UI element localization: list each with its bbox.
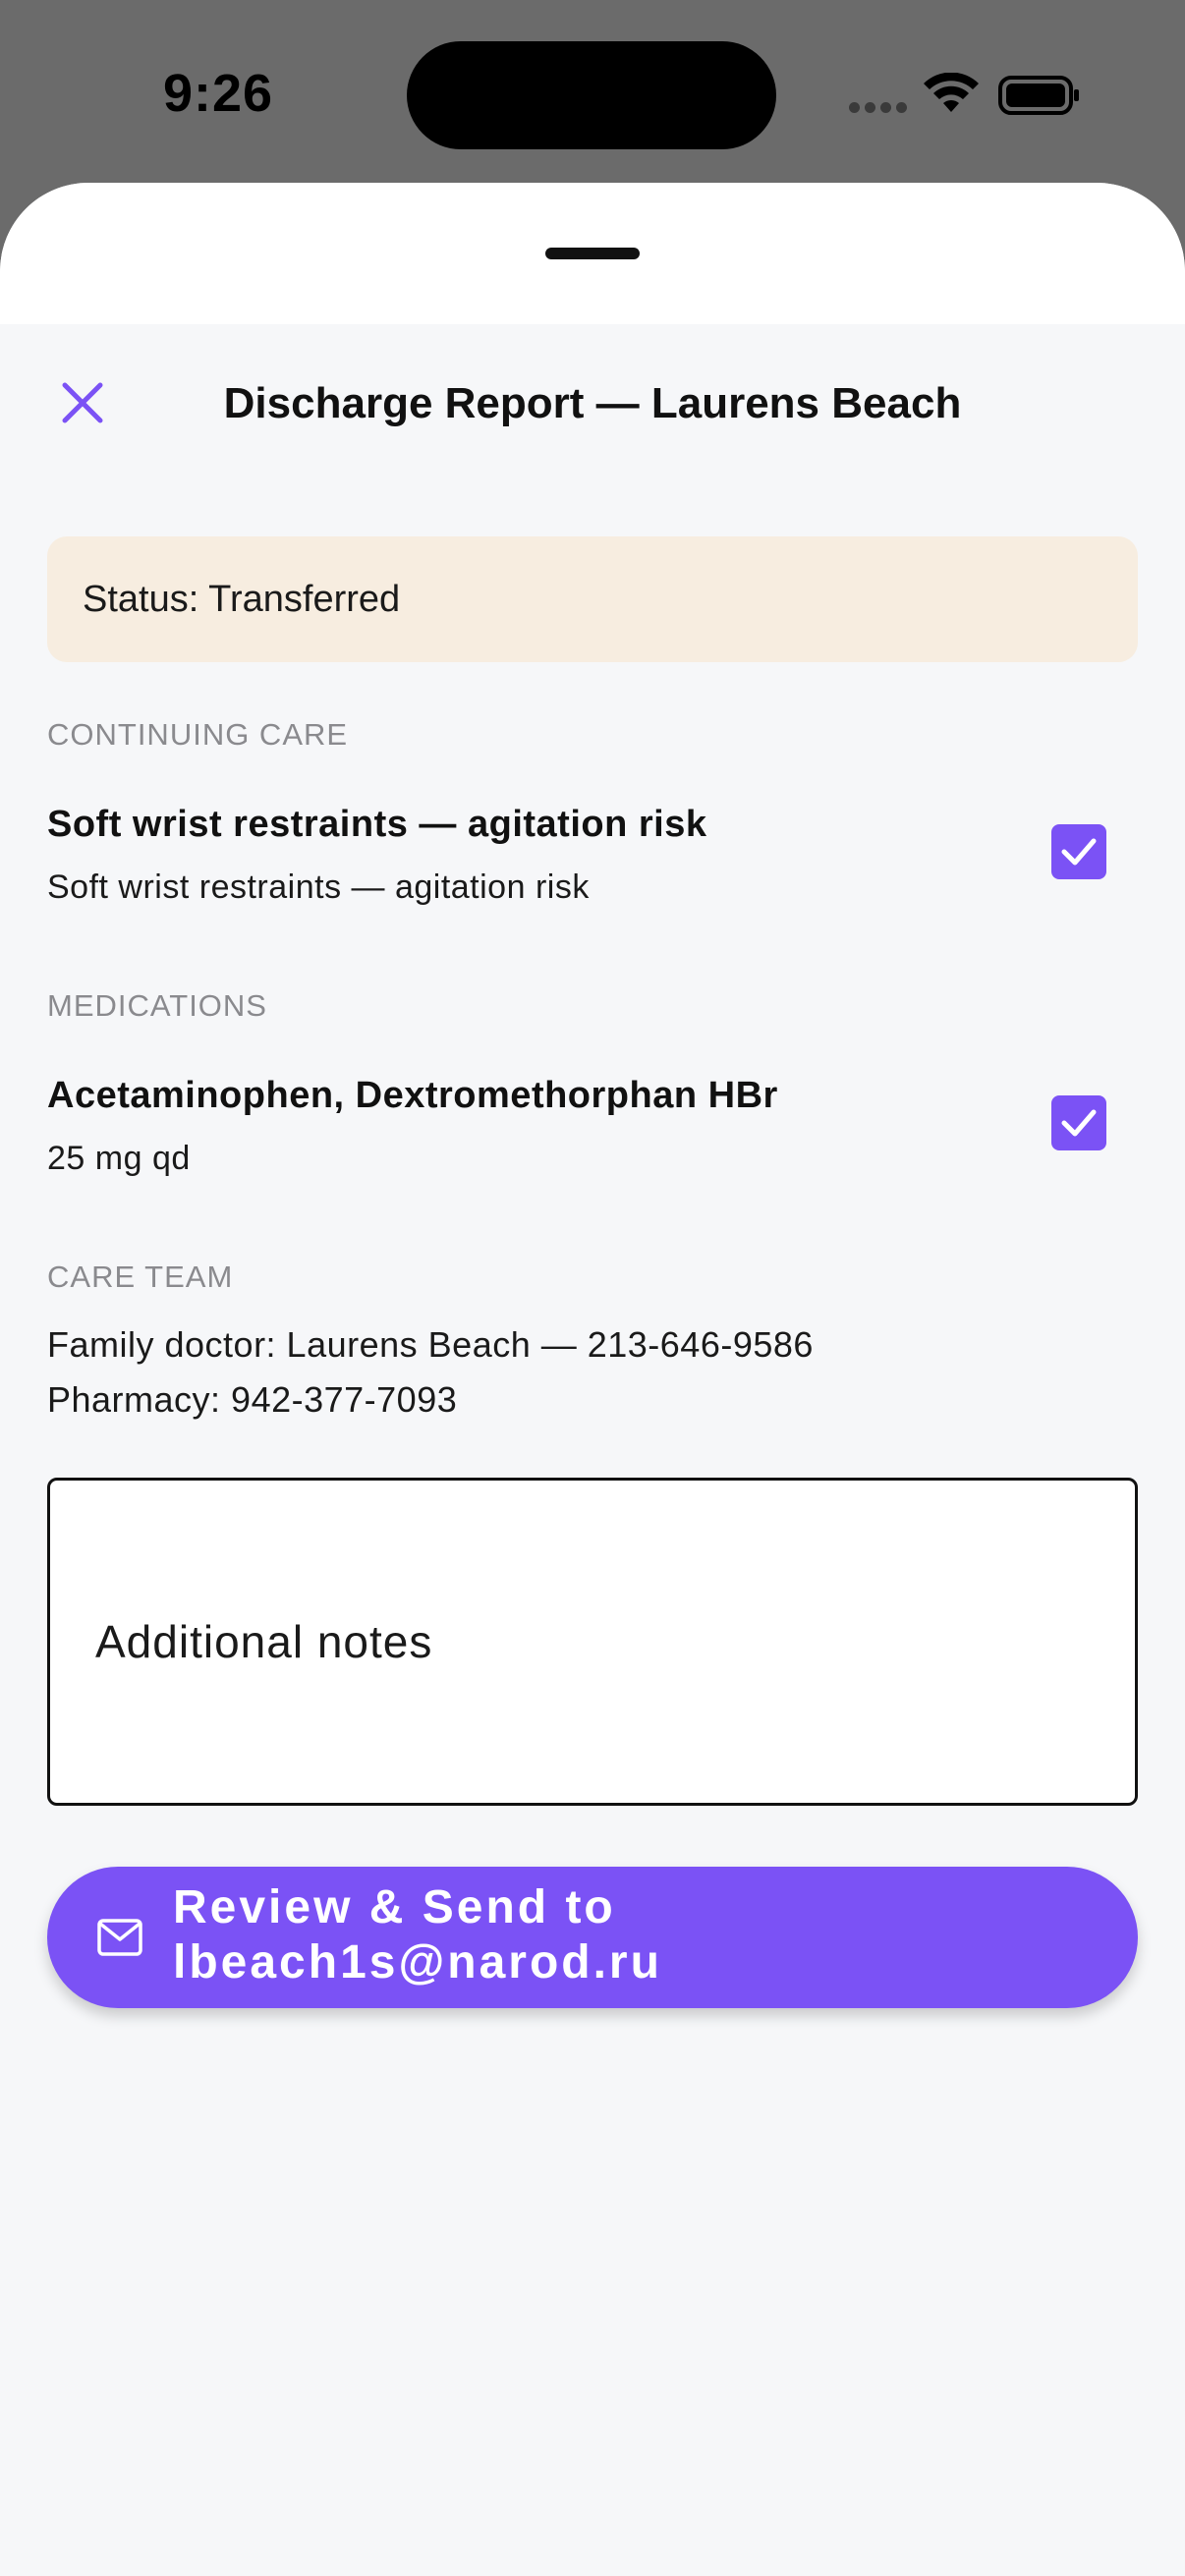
medication-dosage: 25 mg qd: [47, 1140, 191, 1177]
section-label-continuing-care: CONTINUING CARE: [47, 717, 349, 752]
status-banner: Status: Transferred: [47, 536, 1138, 662]
sheet-handle-area: [0, 183, 1185, 324]
dynamic-island: [407, 41, 776, 149]
care-item-checkbox[interactable]: [1051, 824, 1106, 879]
care-team-pharmacy: Pharmacy: 942-377-7093: [47, 1379, 458, 1420]
status-time: 9:26: [163, 64, 274, 123]
page-title: Discharge Report — Laurens Beach: [223, 379, 962, 427]
status-bar: 9:26: [0, 0, 1185, 187]
checkmark-icon: [1061, 838, 1097, 866]
cellular-signal-icon: [849, 102, 908, 114]
care-item-title: Soft wrist restraints — agitation risk: [47, 804, 707, 845]
close-icon: [62, 382, 103, 423]
send-button-email: lbeach1s@narod.ru: [173, 1936, 662, 1988]
care-team-family-doctor: Family doctor: Laurens Beach — 213-646-9…: [47, 1324, 814, 1365]
send-button-label-line1: Review & Send to: [173, 1881, 616, 1933]
battery-icon: [998, 76, 1079, 115]
wifi-icon: [924, 73, 979, 112]
section-label-care-team: CARE TEAM: [47, 1260, 234, 1294]
medication-title: Acetaminophen, Dextromethorphan HBr: [47, 1075, 778, 1116]
review-send-button[interactable]: Review & Send to lbeach1s@narod.ru: [47, 1867, 1138, 2008]
additional-notes-field[interactable]: Additional notes: [47, 1478, 1138, 1806]
sheet-grabber[interactable]: [545, 248, 640, 259]
checkmark-icon: [1061, 1109, 1097, 1137]
mail-icon: [97, 1919, 142, 1956]
close-button[interactable]: [43, 364, 122, 442]
notes-placeholder: Additional notes: [95, 1616, 433, 1667]
medication-checkbox[interactable]: [1051, 1095, 1106, 1150]
send-button-label: Review & Send to lbeach1s@narod.ru: [173, 1880, 1057, 1990]
care-item-subtitle: Soft wrist restraints — agitation risk: [47, 868, 590, 906]
section-label-medications: MEDICATIONS: [47, 988, 267, 1023]
